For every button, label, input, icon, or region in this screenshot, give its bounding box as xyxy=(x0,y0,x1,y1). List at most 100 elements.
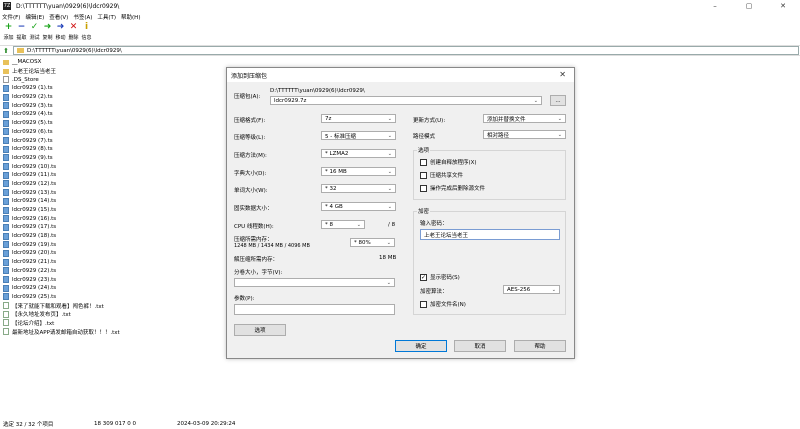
options-group-title: 选项 xyxy=(417,146,431,154)
file-row[interactable]: __MACOSX xyxy=(0,58,230,67)
menu-tools[interactable]: 工具(T) xyxy=(97,13,116,21)
level-select[interactable]: 5 - 标准压缩 ⌄ xyxy=(321,131,396,140)
split-select[interactable]: ⌄ xyxy=(234,278,395,287)
shared-files-checkbox[interactable]: 压缩共享文件 xyxy=(420,171,463,179)
file-row[interactable]: 【论坛介绍】.txt xyxy=(0,319,230,328)
encryption-method-select[interactable]: AES-256 ⌄ xyxy=(503,285,560,294)
file-row[interactable]: ldcr0929 (4).ts xyxy=(0,110,230,119)
file-name: ldcr0929 (19).ts xyxy=(12,241,57,248)
menu-bar: 文件(F) 编辑(E) 查看(V) 书签(A) 工具(T) 帮助(H) xyxy=(0,12,145,22)
menu-edit[interactable]: 编辑(E) xyxy=(25,13,44,21)
file-row[interactable]: ldcr0929 (25).ts xyxy=(0,293,230,302)
file-row[interactable]: ldcr0929 (2).ts xyxy=(0,93,230,102)
update-select[interactable]: 添加并替换文件 ⌄ xyxy=(483,114,566,123)
file-row[interactable]: ldcr0929 (5).ts xyxy=(0,119,230,128)
dict-select[interactable]: * 16 MB ⌄ xyxy=(321,167,396,176)
word-label: 单词大小(W): xyxy=(234,188,268,194)
chevron-down-icon: ⌄ xyxy=(387,204,392,210)
solid-select[interactable]: * 4 GB ⌄ xyxy=(321,202,396,211)
file-row[interactable]: ldcr0929 (17).ts xyxy=(0,223,230,232)
file-name: __MACOSX xyxy=(12,59,42,66)
file-row[interactable]: ldcr0929 (11).ts xyxy=(0,171,230,180)
extract-button[interactable]: − 提取 xyxy=(15,22,28,44)
pathmode-select[interactable]: 相对路径 ⌄ xyxy=(483,130,566,139)
file-row[interactable]: 【来了就能下载和观看】闯色裤！.txt xyxy=(0,301,230,310)
file-icon xyxy=(3,154,9,162)
level-label: 压缩等级(L): xyxy=(234,135,266,141)
file-icon xyxy=(3,241,9,249)
test-label: 测试 xyxy=(29,35,40,41)
file-row[interactable]: 最新地址及APP请发邮箱自动获取！！！.txt xyxy=(0,327,230,336)
file-row[interactable]: .DS_Store xyxy=(0,75,230,84)
menu-view[interactable]: 查看(V) xyxy=(49,13,68,21)
dialog-titlebar: 添加到压缩包 ✕ xyxy=(227,68,574,82)
window-titlebar: 7Z D:\TTTTTT\yuan\0929(6)\ldcr0929\ – ▢ … xyxy=(0,0,800,12)
info-button[interactable]: i 信息 xyxy=(80,22,93,44)
encrypt-names-checkbox[interactable]: 加密文件名(N) xyxy=(420,300,466,308)
file-row[interactable]: ldcr0929 (23).ts xyxy=(0,275,230,284)
delete-button[interactable]: ✕ 删除 xyxy=(67,22,80,44)
method-select[interactable]: * LZMA2 ⌄ xyxy=(321,149,396,158)
file-row[interactable]: 【永久地址发布页】.txt xyxy=(0,310,230,319)
address-field[interactable]: D:\TTTTTT\yuan\0929(6)\ldcr0929\ xyxy=(13,46,799,55)
file-row[interactable]: ldcr0929 (20).ts xyxy=(0,249,230,258)
password-label: 输入密码： xyxy=(420,221,448,227)
file-icon xyxy=(3,110,9,118)
file-icon xyxy=(3,137,9,145)
file-row[interactable]: ldcr0929 (22).ts xyxy=(0,267,230,276)
file-row[interactable]: ldcr0929 (9).ts xyxy=(0,154,230,163)
menu-bookmarks[interactable]: 书签(A) xyxy=(73,13,92,21)
file-row[interactable]: ldcr0929 (12).ts xyxy=(0,180,230,189)
ok-button[interactable]: 确定 xyxy=(395,340,447,352)
format-select[interactable]: 7z ⌄ xyxy=(321,114,396,123)
dialog-close-icon[interactable]: ✕ xyxy=(559,70,566,79)
file-icon xyxy=(3,128,9,136)
file-row[interactable]: ldcr0929 (10).ts xyxy=(0,162,230,171)
archive-name-combo[interactable]: ldcr0929.7z ⌄ xyxy=(270,96,542,105)
word-select[interactable]: * 32 ⌄ xyxy=(321,184,396,193)
minimize-button[interactable]: – xyxy=(698,0,732,12)
up-folder-icon[interactable]: ⬆ xyxy=(2,47,10,55)
file-row[interactable]: ldcr0929 (18).ts xyxy=(0,232,230,241)
menu-help[interactable]: 帮助(H) xyxy=(121,13,140,21)
close-window-button[interactable]: ✕ xyxy=(766,0,800,12)
help-button[interactable]: 帮助 xyxy=(514,340,566,352)
sfx-checkbox[interactable]: 创建自释放程序(X) xyxy=(420,158,477,166)
file-row[interactable]: ldcr0929 (21).ts xyxy=(0,258,230,267)
file-row[interactable]: ldcr0929 (16).ts xyxy=(0,214,230,223)
maximize-button[interactable]: ▢ xyxy=(732,0,766,12)
file-icon xyxy=(3,267,9,275)
info-icon: i xyxy=(84,22,89,32)
memory-select[interactable]: * 80% ⌄ xyxy=(350,238,395,247)
file-row[interactable]: 上老王论坛当老王 xyxy=(0,67,230,76)
params-input[interactable] xyxy=(234,304,395,315)
file-row[interactable]: ldcr0929 (19).ts xyxy=(0,240,230,249)
show-password-checkbox[interactable]: ✓ 显示密码(S) xyxy=(420,273,460,281)
copy-button[interactable]: ➜ 复制 xyxy=(41,22,54,44)
file-row[interactable]: ldcr0929 (7).ts xyxy=(0,136,230,145)
move-button[interactable]: ➜ 移动 xyxy=(54,22,67,44)
menu-file[interactable]: 文件(F) xyxy=(2,13,20,21)
file-row[interactable]: ldcr0929 (1).ts xyxy=(0,84,230,93)
file-row[interactable]: ldcr0929 (3).ts xyxy=(0,101,230,110)
password-input[interactable]: 上老王论坛当老王 xyxy=(420,229,560,240)
options-button[interactable]: 选项 xyxy=(234,324,286,336)
file-icon xyxy=(3,163,9,171)
file-row[interactable]: ldcr0929 (14).ts xyxy=(0,197,230,206)
threads-select[interactable]: * 8 ⌄ xyxy=(321,220,365,229)
file-row[interactable]: ldcr0929 (24).ts xyxy=(0,284,230,293)
level-value: 5 - 标准压缩 xyxy=(325,133,356,140)
cancel-button[interactable]: 取消 xyxy=(454,340,506,352)
status-date: 2024-03-09 20:29:24 xyxy=(177,420,236,427)
browse-button[interactable]: ... xyxy=(550,95,566,106)
file-row[interactable]: ldcr0929 (15).ts xyxy=(0,206,230,215)
file-row[interactable]: ldcr0929 (8).ts xyxy=(0,145,230,154)
delete-after-checkbox[interactable]: 操作完成后删除源文件 xyxy=(420,184,485,192)
test-button[interactable]: ✓ 测试 xyxy=(28,22,41,44)
file-name: ldcr0929 (10).ts xyxy=(12,163,57,170)
file-row[interactable]: ldcr0929 (13).ts xyxy=(0,188,230,197)
file-row[interactable]: ldcr0929 (6).ts xyxy=(0,128,230,137)
encryption-group-title: 加密 xyxy=(417,207,431,215)
dict-value: * 16 MB xyxy=(325,168,347,175)
add-button[interactable]: + 添加 xyxy=(2,22,15,44)
